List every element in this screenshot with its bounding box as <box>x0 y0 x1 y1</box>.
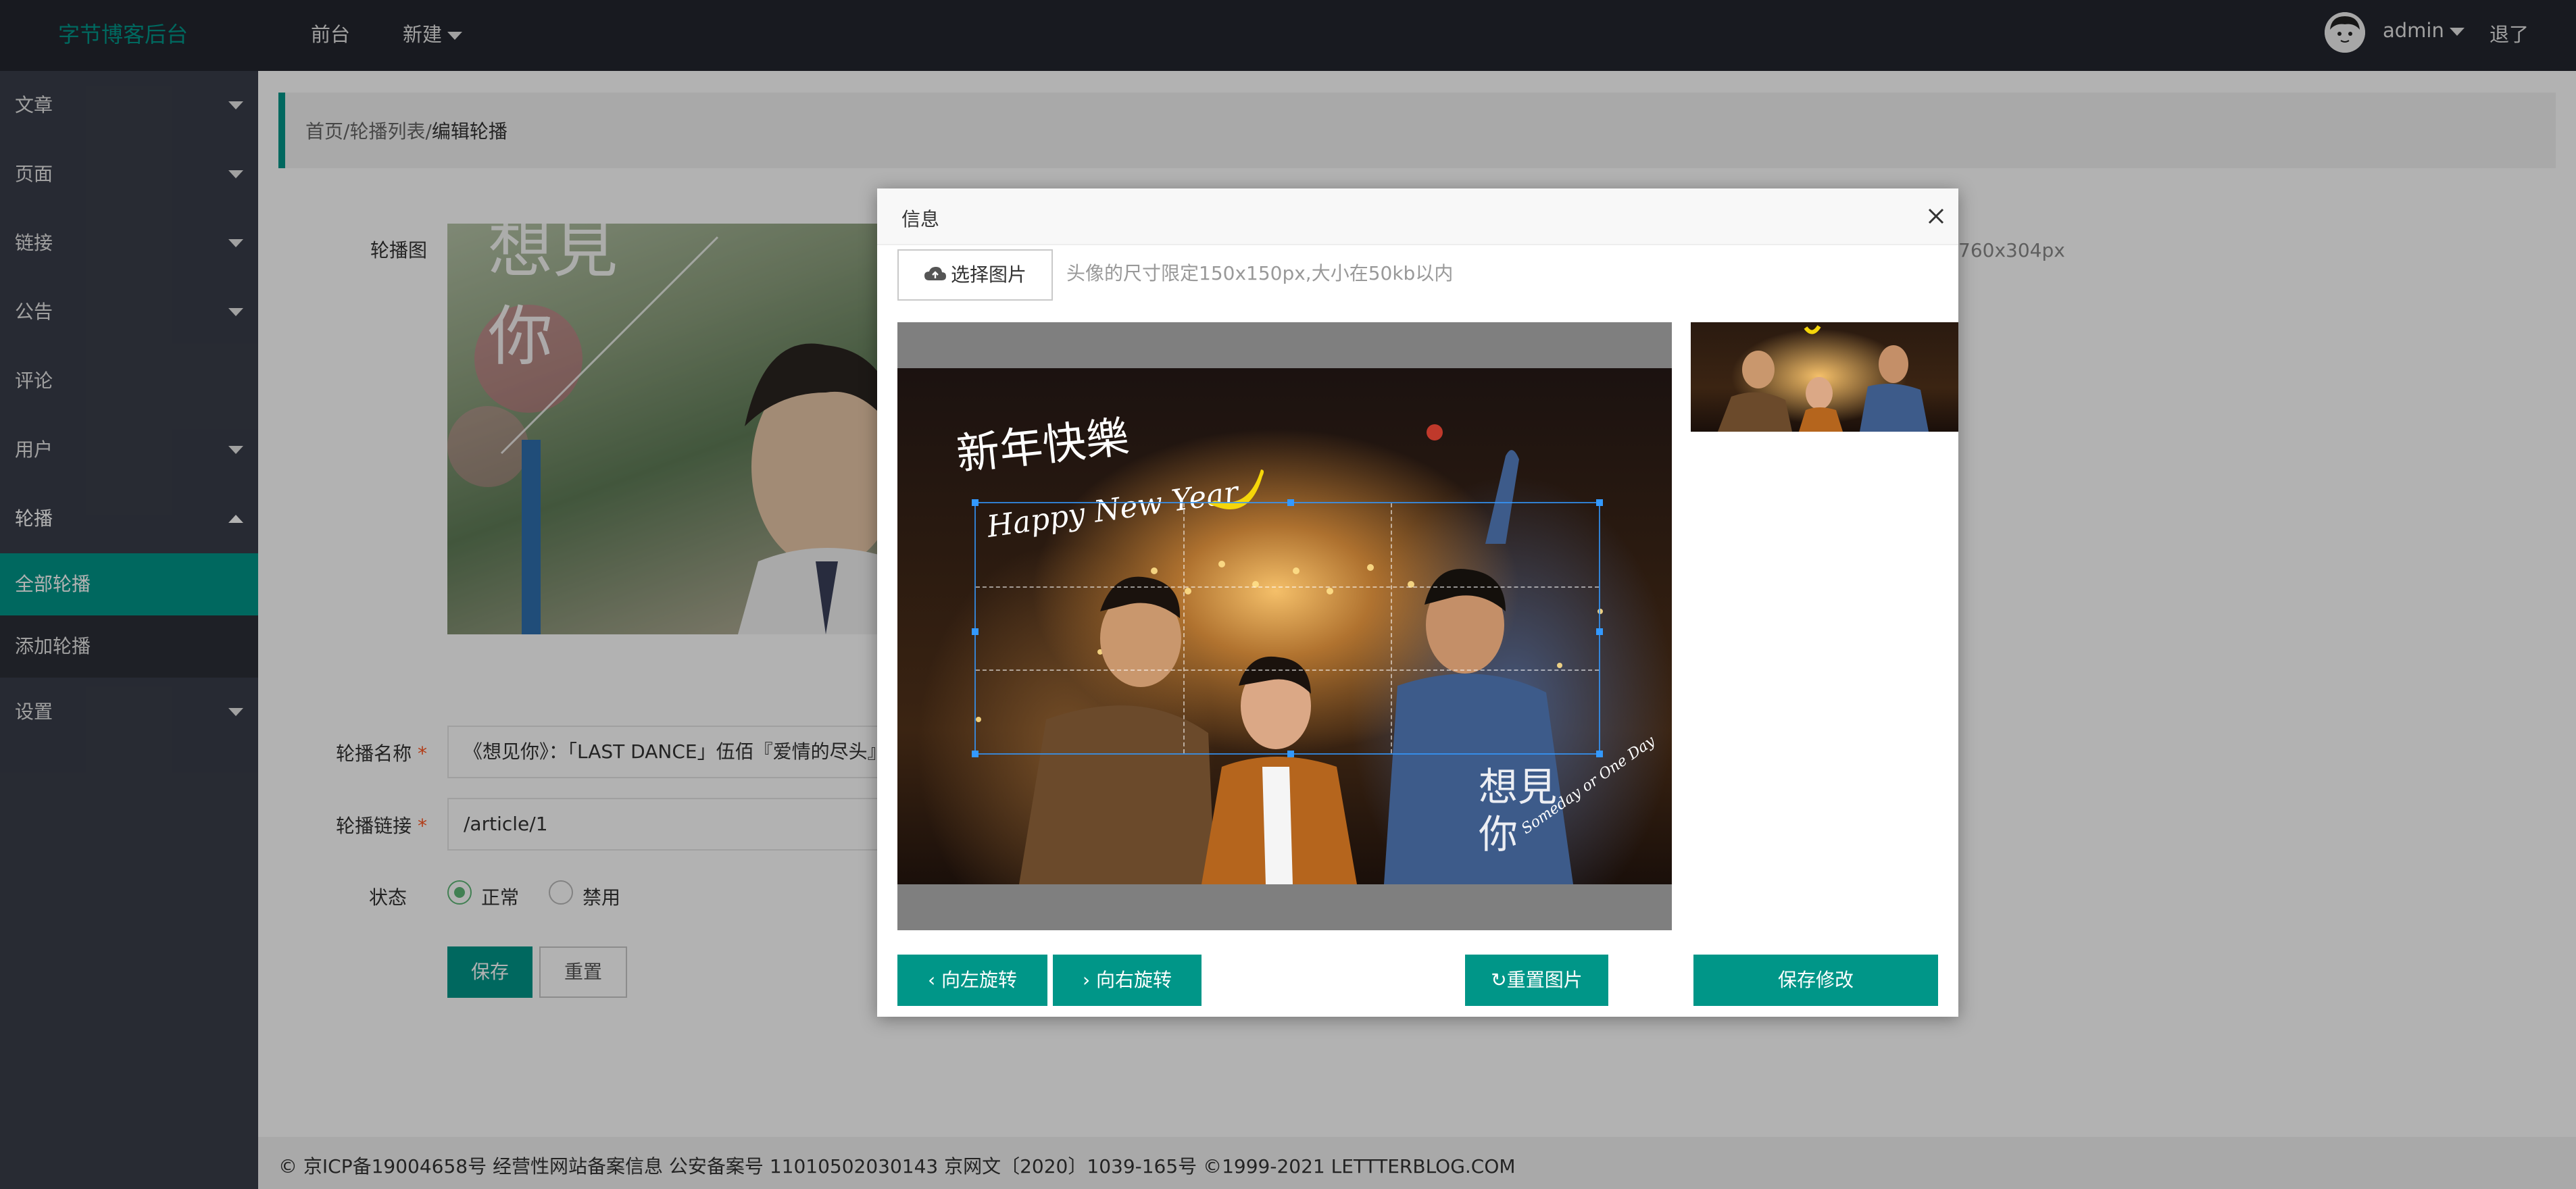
reset-image-button[interactable]: ↻重置图片 <box>1465 955 1608 1006</box>
rotate-right-button[interactable]: › 向右旋转 <box>1053 955 1202 1006</box>
save-changes-button[interactable]: 保存修改 <box>1693 955 1938 1006</box>
photo-text-cn: 新年快樂 <box>954 413 1131 480</box>
photo-title-cn-2: 你 <box>1479 811 1518 857</box>
chevron-left-icon: ‹ <box>927 969 936 991</box>
crop-handle[interactable] <box>972 499 979 506</box>
refresh-icon: ↻ <box>1491 969 1507 991</box>
crop-guide-line <box>1183 503 1185 753</box>
crop-handle[interactable] <box>972 628 979 635</box>
dialog-header: 信息 <box>877 188 1958 245</box>
cloud-upload-icon <box>924 251 947 300</box>
crop-handle[interactable] <box>972 751 979 757</box>
crop-handle[interactable] <box>1596 628 1603 635</box>
reset-image-label: 重置图片 <box>1506 969 1583 991</box>
avatar-size-hint: 头像的尺寸限定150x150px,大小在50kb以内 <box>1066 262 1454 284</box>
crop-handle[interactable] <box>1287 499 1294 506</box>
choose-image-label: 选择图片 <box>950 263 1026 286</box>
crop-selection-box[interactable] <box>972 499 1603 757</box>
photo-title-cn-1: 想見 <box>1479 764 1557 810</box>
rotate-left-label: 向左旋转 <box>941 969 1018 991</box>
crop-handle[interactable] <box>1287 751 1294 757</box>
crop-guide-line <box>1391 503 1393 753</box>
image-crop-dialog: 信息 选择图片 头像的尺寸限定150x150px,大小在50kb以内 新年快樂 … <box>877 188 1958 1017</box>
rotate-right-label: 向右旋转 <box>1096 969 1172 991</box>
crop-canvas[interactable]: 新年快樂 Happy New Year 想見 你 Someday or One … <box>897 322 1672 930</box>
crop-guide-line <box>976 669 1599 672</box>
chevron-right-icon: › <box>1082 969 1091 991</box>
crop-guide-line <box>976 586 1599 588</box>
crop-handle[interactable] <box>1596 751 1603 757</box>
dialog-title: 信息 <box>901 208 940 230</box>
crop-handle[interactable] <box>1596 499 1603 506</box>
crop-preview <box>1691 322 1958 432</box>
choose-image-button[interactable]: 选择图片 <box>897 249 1053 301</box>
rotate-left-button[interactable]: ‹ 向左旋转 <box>897 955 1047 1006</box>
close-icon[interactable] <box>1925 205 1948 228</box>
